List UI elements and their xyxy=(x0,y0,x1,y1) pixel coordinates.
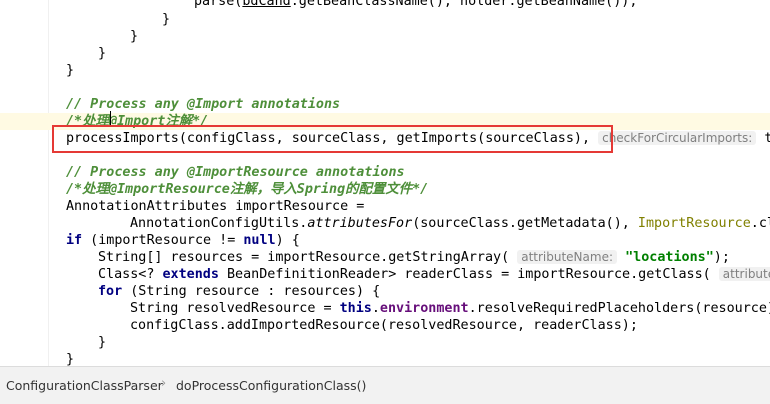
code-line: configClass.addImportedResource(resolved… xyxy=(130,318,638,333)
code-comment: // Process any @ImportResource annotatio… xyxy=(66,165,405,180)
red-highlight-box xyxy=(52,125,613,153)
parameter-hint: attributeN xyxy=(718,267,770,281)
gutter-divider xyxy=(48,0,49,366)
code-line: } xyxy=(130,29,139,44)
code-line: for (String resource : resources) { xyxy=(98,284,381,299)
code-line: Class<? extends BeanDefinitionReader> re… xyxy=(98,266,770,283)
code-line: } xyxy=(98,335,107,350)
parameter-hint: attributeName: xyxy=(517,250,618,264)
code-line: parse(bdCand.getBeanClassName(), holder.… xyxy=(194,0,638,9)
code-line: AnnotationAttributes importResource = xyxy=(66,199,365,214)
breadcrumb-method[interactable]: doProcessConfigurationClass() xyxy=(176,378,366,393)
code-comment: // Process any @Import annotations xyxy=(66,97,341,112)
code-line: String[] resources = importResource.getS… xyxy=(98,250,730,265)
parameter-hint: checkForCircularImports: xyxy=(598,131,757,145)
code-line: } xyxy=(98,46,107,61)
code-line: if (importResource != null) { xyxy=(66,233,300,248)
code-editor[interactable]: parse(bdCand.getBeanClassName(), holder.… xyxy=(0,0,770,366)
code-line: AnnotationConfigUtils.attributesFor(sour… xyxy=(130,216,770,231)
code-line: } xyxy=(66,63,75,78)
code-line: String resolvedResource = this.environme… xyxy=(130,301,770,316)
breadcrumb-separator: › xyxy=(161,376,167,391)
breadcrumb-bar: ConfigurationClassParser › doProcessConf… xyxy=(0,366,770,404)
code-comment: /*处理@ImportResource注解，导入Spring的配置文件*/ xyxy=(66,182,429,197)
breadcrumb-class[interactable]: ConfigurationClassParser xyxy=(6,378,163,393)
code-line: } xyxy=(66,352,75,366)
code-line: } xyxy=(162,12,171,27)
